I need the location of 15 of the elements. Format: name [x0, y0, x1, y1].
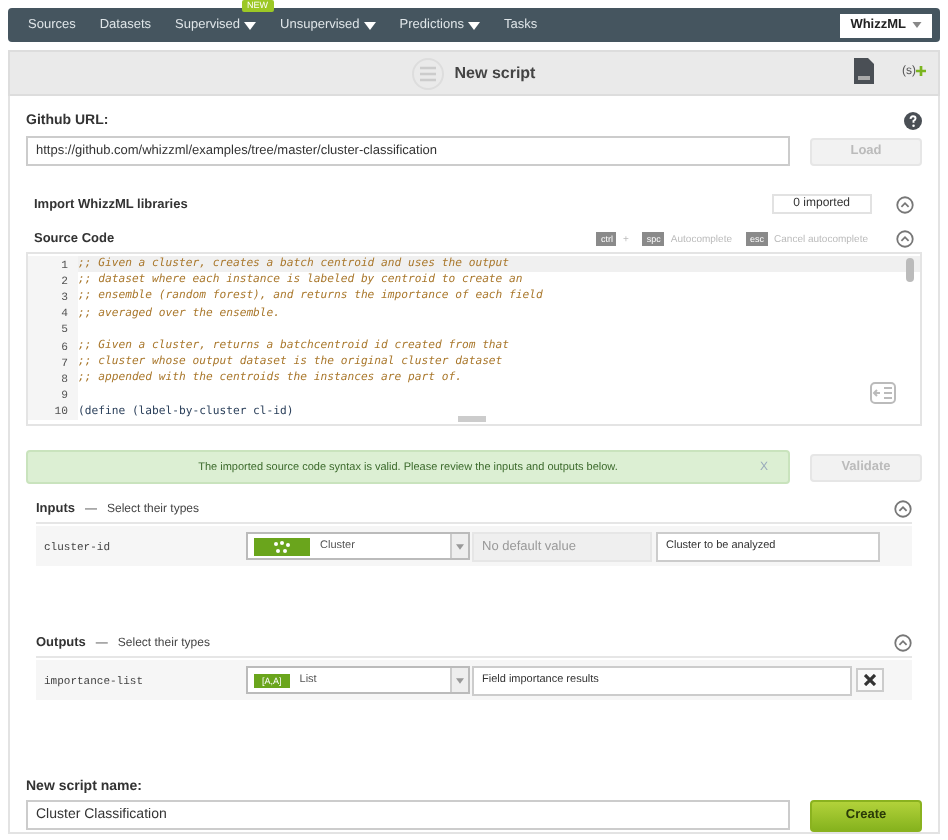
collapse-icon[interactable] [894, 634, 912, 653]
list-icon [412, 57, 445, 89]
resize-handle[interactable] [458, 416, 486, 423]
document-icon[interactable] [854, 58, 874, 84]
caret-icon [912, 22, 922, 28]
delete-button[interactable] [856, 668, 884, 693]
help-icon[interactable] [904, 112, 922, 130]
collapse-icon[interactable] [896, 230, 914, 248]
page-title: New script [454, 64, 536, 82]
collapse-icon[interactable] [896, 195, 914, 213]
cluster-type-icon [254, 537, 310, 556]
collapse-icon[interactable] [894, 500, 912, 519]
scrollbar-thumb[interactable] [906, 258, 914, 282]
close-icon [864, 674, 876, 687]
code-editor[interactable] [26, 252, 922, 427]
